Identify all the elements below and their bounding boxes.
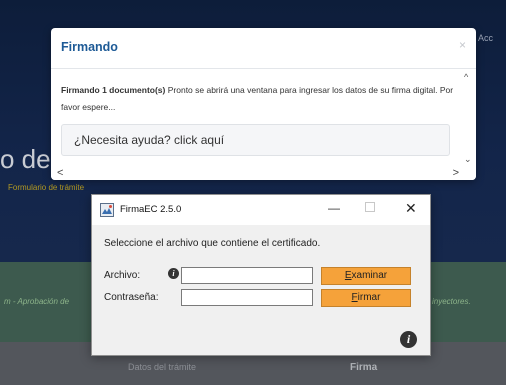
modal-message-bold: Firmando 1 documento(s)	[61, 85, 166, 95]
firmar-button[interactable]: Firmar	[321, 289, 411, 307]
background-tab-datos: Datos del trámite	[128, 362, 197, 372]
window-close-icon[interactable]: ✕	[405, 200, 417, 217]
scroll-up-icon[interactable]: ^	[464, 72, 468, 82]
modal-title: Firmando	[61, 40, 118, 54]
password-field[interactable]	[181, 289, 313, 306]
firmaec-window: FirmaEC 2.5.0 — ✕ Seleccione el archivo …	[91, 194, 431, 356]
modal-body: Firmando 1 documento(s) Pronto se abrirá…	[51, 70, 461, 167]
help-info-icon[interactable]: i	[400, 331, 417, 348]
background-band-text-left: m - Aprobación de	[4, 297, 70, 306]
firmaec-window-title: FirmaEC 2.5.0	[120, 204, 182, 215]
signing-modal: Firmando × Firmando 1 documento(s) Pront…	[51, 28, 476, 180]
modal-header: Firmando ×	[51, 28, 476, 69]
archivo-label: Archivo:	[104, 270, 141, 281]
modal-close-icon[interactable]: ×	[459, 38, 466, 52]
modal-message: Firmando 1 documento(s) Pronto se abrirá…	[61, 82, 456, 116]
background-nav-link: Acc	[478, 33, 494, 43]
background-page-subheading: Formulario de trámite	[8, 183, 85, 192]
firmaec-title-bar[interactable]: FirmaEC 2.5.0 — ✕	[92, 195, 430, 225]
archivo-info-icon[interactable]: i	[168, 268, 179, 279]
background-tab-firma: Firma	[350, 362, 378, 373]
scroll-right-icon[interactable]: >	[453, 167, 459, 179]
scroll-down-icon[interactable]: ⌄	[464, 154, 472, 165]
scroll-left-icon[interactable]: <	[57, 167, 63, 179]
certificate-prompt: Seleccione el archivo que contiene el ce…	[104, 238, 321, 249]
firmaec-app-icon	[100, 203, 114, 217]
modal-horizontal-scrollbar[interactable]: < >	[51, 167, 476, 180]
examinar-button[interactable]: Examinar	[321, 267, 411, 285]
help-link-text[interactable]: ¿Necesita ayuda? click aquí	[74, 133, 224, 147]
archivo-field[interactable]	[181, 267, 313, 284]
examinar-label: xaminar	[351, 270, 388, 281]
modal-vertical-scrollbar[interactable]: ^ ⌄	[461, 70, 476, 167]
minimize-icon[interactable]: —	[328, 201, 340, 215]
password-label: Contraseña:	[104, 292, 159, 303]
background-band-text-right: inyectores.	[432, 297, 471, 306]
firmar-label: irmar	[357, 292, 381, 303]
background-page-heading: o de	[0, 144, 51, 174]
examinar-mnemonic: E	[344, 270, 352, 281]
maximize-icon	[365, 202, 375, 212]
help-link-box[interactable]: ¿Necesita ayuda? click aquí	[61, 124, 450, 156]
